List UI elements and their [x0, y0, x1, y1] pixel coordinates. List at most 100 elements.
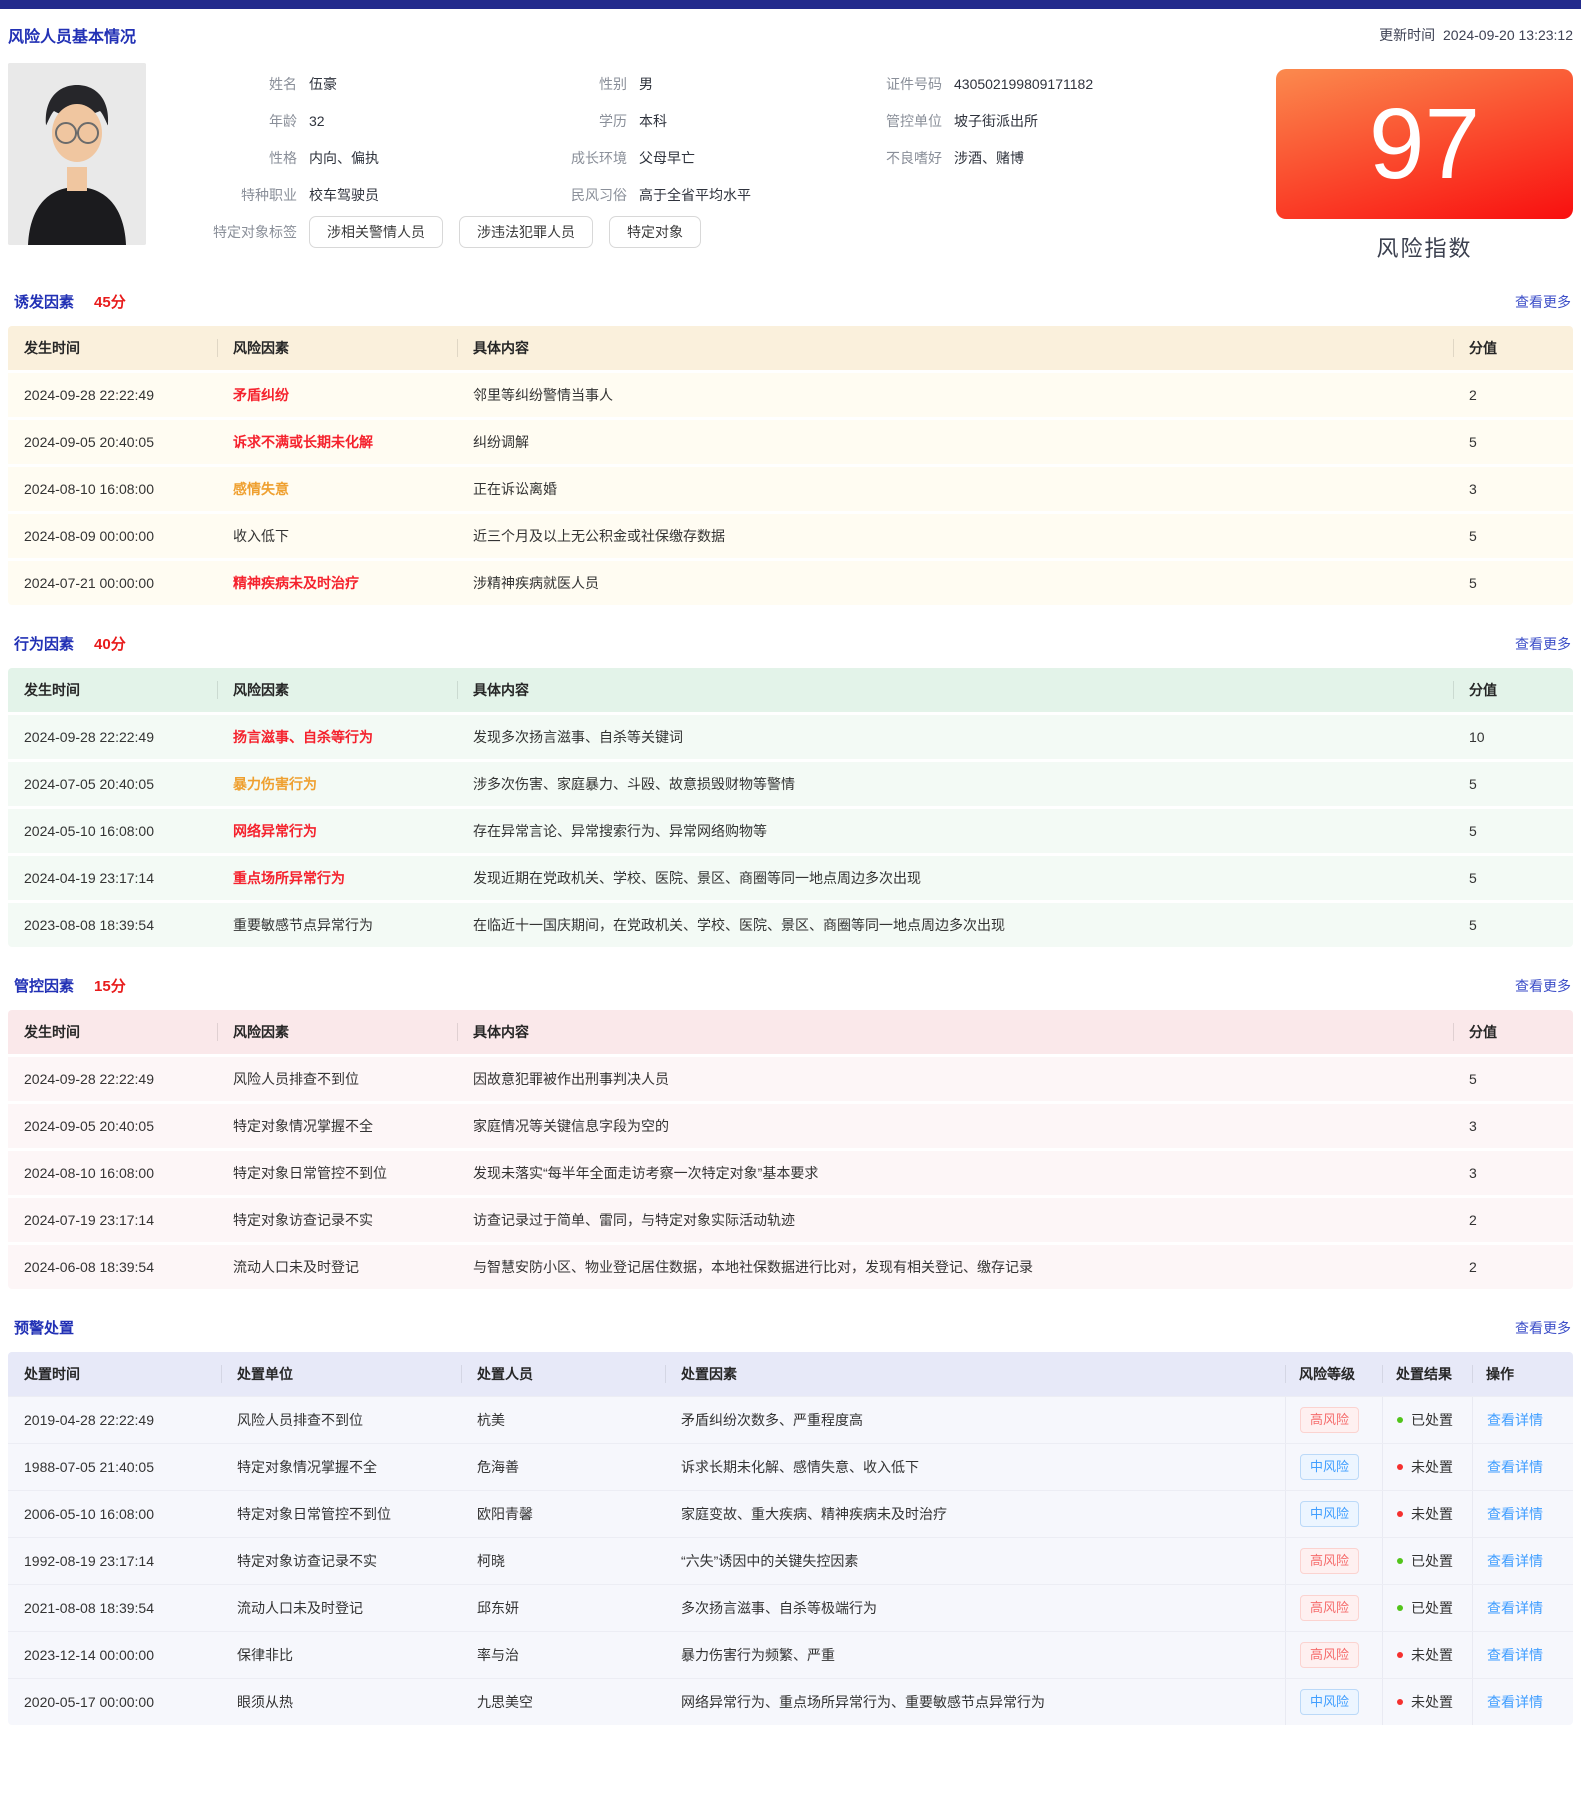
table-row: 2023-12-14 00:00:00保律非比率与治暴力伤害行为频繁、严重高风险…: [8, 1631, 1573, 1678]
cell-risk-factor: 重点场所异常行为: [217, 868, 457, 888]
cell-action: 查看详情: [1472, 1538, 1573, 1584]
column-header: 分值: [1453, 1022, 1573, 1042]
cell-disposal-result: 未处置: [1382, 1491, 1472, 1537]
cell-score-value: 3: [1453, 1165, 1573, 1181]
view-more-link[interactable]: 查看更多: [1515, 1318, 1571, 1338]
disposal-result-text: 未处置: [1411, 1457, 1453, 1477]
update-time-value: 2024-09-20 13:23:12: [1443, 27, 1573, 43]
cell-disposal-time: 2021-08-08 18:39:54: [8, 1585, 221, 1631]
cell-occur-time: 2024-04-19 23:17:14: [8, 870, 217, 886]
cell-disposal-unit: 风险人员排查不到位: [221, 1397, 461, 1443]
tag-special-object[interactable]: 特定对象: [609, 216, 701, 248]
factor-table-header: 发生时间风险因素具体内容分值: [8, 326, 1573, 370]
section-header: 行为因素40分查看更多: [14, 633, 1573, 654]
view-more-link[interactable]: 查看更多: [1515, 634, 1571, 654]
risk-level-badge: 高风险: [1300, 1642, 1359, 1669]
section-title: 管控因素: [14, 975, 74, 996]
field-value-upbringing: 父母早亡: [639, 148, 859, 168]
column-header: 风险因素: [217, 680, 457, 700]
table-row: 2024-05-10 16:08:00网络异常行为存在异常言论、异常搜索行为、异…: [8, 806, 1573, 853]
cell-disposal-result: 已处置: [1382, 1397, 1472, 1443]
view-detail-link[interactable]: 查看详情: [1487, 1457, 1543, 1477]
field-value-special-occupation: 校车驾驶员: [309, 185, 555, 205]
view-detail-link[interactable]: 查看详情: [1487, 1598, 1543, 1618]
cell-disposal-time: 2020-05-17 00:00:00: [8, 1679, 221, 1725]
cell-disposal-person: 邱东妍: [461, 1585, 665, 1631]
status-dot-icon: [1397, 1558, 1403, 1564]
view-more-link[interactable]: 查看更多: [1515, 292, 1571, 312]
column-header: 操作: [1472, 1352, 1573, 1396]
cell-disposal-person: 欧阳青馨: [461, 1491, 665, 1537]
risk-level-badge: 中风险: [1300, 1454, 1359, 1481]
view-detail-link[interactable]: 查看详情: [1487, 1410, 1543, 1430]
status-dot-icon: [1397, 1417, 1403, 1423]
factor-table: 发生时间风险因素具体内容分值2024-09-28 22:22:49扬言滋事、自杀…: [8, 668, 1573, 947]
cell-disposal-person: 柯晓: [461, 1538, 665, 1584]
disposal-result-text: 已处置: [1411, 1551, 1453, 1571]
cell-disposal-time: 2019-04-28 22:22:49: [8, 1397, 221, 1443]
view-detail-link[interactable]: 查看详情: [1487, 1504, 1543, 1524]
column-header: 分值: [1453, 680, 1573, 700]
cell-disposal-unit: 特定对象访查记录不实: [221, 1538, 461, 1584]
column-header: 发生时间: [8, 680, 217, 700]
cell-occur-time: 2024-07-05 20:40:05: [8, 776, 217, 792]
field-label-control-unit: 管控单位: [859, 111, 954, 131]
factor-table-header: 发生时间风险因素具体内容分值: [8, 1010, 1573, 1054]
tag-illegal-crime[interactable]: 涉违法犯罪人员: [459, 216, 593, 248]
cell-score-value: 5: [1453, 776, 1573, 792]
cell-risk-factor: 暴力伤害行为: [217, 774, 457, 794]
column-header: 风险因素: [217, 1022, 457, 1042]
cell-disposal-time: 2023-12-14 00:00:00: [8, 1632, 221, 1678]
cell-detail-content: 存在异常言论、异常搜索行为、异常网络购物等: [457, 821, 1453, 841]
cell-risk-level: 高风险: [1285, 1632, 1382, 1678]
cell-action: 查看详情: [1472, 1491, 1573, 1537]
cell-action: 查看详情: [1472, 1632, 1573, 1678]
cell-disposal-time: 1992-08-19 23:17:14: [8, 1538, 221, 1584]
factor-section: 管控因素15分查看更多发生时间风险因素具体内容分值2024-09-28 22:2…: [8, 975, 1573, 1289]
cell-disposal-factor: 网络异常行为、重点场所异常行为、重要敏感节点异常行为: [665, 1679, 1285, 1725]
risk-level-badge: 高风险: [1300, 1548, 1359, 1575]
tag-related-police-cases[interactable]: 涉相关警情人员: [309, 216, 443, 248]
view-more-link[interactable]: 查看更多: [1515, 976, 1571, 996]
cell-risk-factor: 特定对象日常管控不到位: [217, 1163, 457, 1183]
section-score: 40分: [94, 633, 126, 654]
section-title: 预警处置: [14, 1317, 74, 1338]
cell-disposal-result: 已处置: [1382, 1538, 1472, 1584]
cell-occur-time: 2024-09-28 22:22:49: [8, 729, 217, 745]
cell-score-value: 2: [1453, 1259, 1573, 1275]
table-row: 2021-08-08 18:39:54流动人口未及时登记邱东妍多次扬言滋事、自杀…: [8, 1584, 1573, 1631]
factor-table-header: 发生时间风险因素具体内容分值: [8, 668, 1573, 712]
disposal-block: 预警处置 查看更多处置时间处置单位处置人员处置因素风险等级处置结果操作2019-0…: [8, 1317, 1573, 1725]
table-row: 2024-09-05 20:40:05诉求不满或长期未化解纠纷调解5: [8, 417, 1573, 464]
column-header: 风险等级: [1285, 1352, 1382, 1396]
field-value-name: 伍豪: [309, 74, 555, 94]
cell-occur-time: 2024-09-05 20:40:05: [8, 1118, 217, 1134]
view-detail-link[interactable]: 查看详情: [1487, 1692, 1543, 1712]
section-header: 诱发因素45分查看更多: [14, 291, 1573, 312]
cell-score-value: 5: [1453, 528, 1573, 544]
cell-risk-level: 高风险: [1285, 1397, 1382, 1443]
cell-risk-level: 高风险: [1285, 1585, 1382, 1631]
view-detail-link[interactable]: 查看详情: [1487, 1645, 1543, 1665]
column-header: 具体内容: [457, 1022, 1453, 1042]
disposal-result-text: 未处置: [1411, 1692, 1453, 1712]
cell-detail-content: 家庭情况等关键信息字段为空的: [457, 1116, 1453, 1136]
cell-occur-time: 2024-09-28 22:22:49: [8, 387, 217, 403]
cell-risk-factor: 诉求不满或长期未化解: [217, 432, 457, 452]
column-header: 发生时间: [8, 338, 217, 358]
cell-detail-content: 因故意犯罪被作出刑事判决人员: [457, 1069, 1453, 1089]
field-value-folk-custom: 高于全省平均水平: [639, 185, 859, 205]
column-header: 处置结果: [1382, 1352, 1472, 1396]
cell-disposal-factor: 诉求长期未化解、感情失意、收入低下: [665, 1444, 1285, 1490]
cell-disposal-time: 2006-05-10 16:08:00: [8, 1491, 221, 1537]
cell-detail-content: 发现多次扬言滋事、自杀等关键词: [457, 727, 1453, 747]
cell-risk-factor: 重要敏感节点异常行为: [217, 915, 457, 935]
view-detail-link[interactable]: 查看详情: [1487, 1551, 1543, 1571]
update-time-label: 更新时间: [1379, 27, 1435, 43]
cell-risk-factor: 网络异常行为: [217, 821, 457, 841]
cell-action: 查看详情: [1472, 1679, 1573, 1725]
disposal-table: 处置时间处置单位处置人员处置因素风险等级处置结果操作2019-04-28 22:…: [8, 1352, 1573, 1725]
field-label-age: 年龄: [158, 111, 309, 131]
field-value-gender: 男: [639, 74, 859, 94]
field-label-id-number: 证件号码: [859, 74, 954, 94]
